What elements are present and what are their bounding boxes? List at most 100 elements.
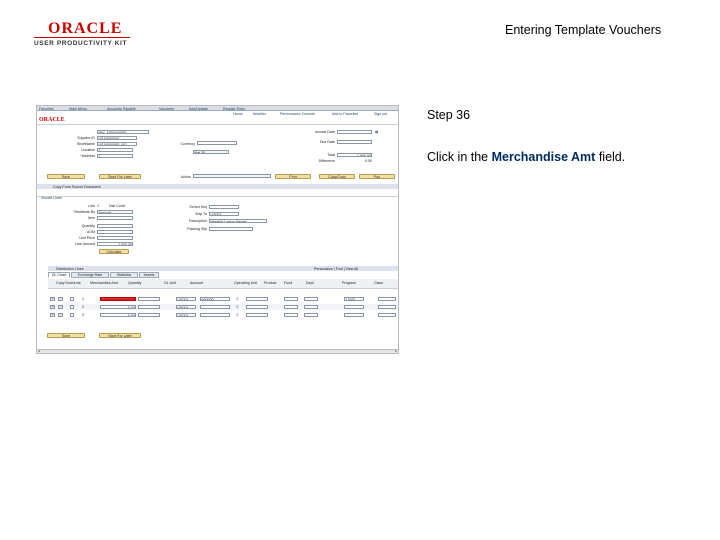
merchandise-amt-field-highlighted[interactable] [100, 297, 136, 301]
item-field[interactable] [97, 216, 133, 220]
address-field[interactable]: 1 [97, 154, 133, 158]
description-field[interactable]: Monthly Laptop Rental [209, 219, 267, 223]
copy-from-text[interactable]: Copy From Source Document [53, 185, 101, 189]
operating-unit-field[interactable] [246, 297, 268, 301]
sched-field[interactable] [209, 205, 239, 209]
packing-slip-field[interactable] [209, 227, 253, 231]
col-account: Account [190, 281, 203, 285]
action-label: Action [181, 175, 191, 179]
menu-performance-console[interactable]: Performance Console [280, 112, 315, 116]
copy-down-checkbox[interactable] [70, 297, 74, 301]
calendar-icon[interactable]: ▦ [375, 130, 378, 134]
currency-field[interactable] [197, 141, 237, 145]
delete-row-icon[interactable]: − [58, 313, 63, 317]
location-label: Location [81, 148, 95, 152]
bottom-save-button[interactable]: Save [47, 333, 85, 338]
step-label: Step 36 [427, 108, 471, 122]
col-line: Line [74, 281, 81, 285]
merchandise-amt-field[interactable]: 0.00 [100, 305, 136, 309]
tab-exchange-rate[interactable]: Exchange Rate [71, 272, 109, 278]
print-button[interactable]: Print [275, 174, 311, 179]
menu-home[interactable]: Home [233, 112, 243, 116]
distribution-lines-bar: Distribution Lines Personalize | Find | … [48, 266, 398, 271]
lookup-icon[interactable]: ⚲ [236, 305, 239, 309]
menu-sign-out[interactable]: Sign out [374, 112, 387, 116]
copy-down-checkbox[interactable] [70, 313, 74, 317]
short-name-field[interactable]: USA0000001-001 [97, 142, 137, 146]
nav-accounts-payable[interactable]: Accounts Payable [107, 107, 136, 111]
operating-unit-field[interactable] [246, 305, 268, 309]
delete-row-icon[interactable]: − [58, 305, 63, 309]
nav-regular-entry[interactable]: Regular Entry [223, 107, 245, 111]
dept-field[interactable]: 11000 [344, 297, 364, 301]
program-field[interactable] [378, 297, 396, 301]
quantity-field[interactable] [97, 224, 133, 228]
quantity-field[interactable] [138, 313, 160, 317]
menu-add-favorites[interactable]: Add to Favorites [332, 112, 358, 116]
upk-logo-text: USER PRODUCTIVITY KIT [34, 40, 128, 47]
tab-assets[interactable]: Assets [139, 272, 159, 278]
gl-unit-field[interactable]: US001 [176, 305, 196, 309]
horizontal-scrollbar[interactable]: ◂ ▸ [37, 349, 398, 353]
product-field[interactable] [284, 297, 298, 301]
product-field[interactable] [284, 313, 298, 317]
calculate-button[interactable]: Calculate [99, 249, 129, 254]
program-field[interactable] [378, 305, 396, 309]
fund-field[interactable] [304, 297, 318, 301]
bottom-save-for-later-button[interactable]: Save For Later [99, 333, 141, 338]
unit-price-field[interactable] [97, 236, 133, 240]
due-date-field[interactable] [337, 140, 372, 144]
nav-add-update[interactable]: Add/Update [189, 107, 208, 111]
tab-statistics[interactable]: Statistics [110, 272, 138, 278]
nav-vouchers[interactable]: Vouchers [159, 107, 174, 111]
location-field[interactable]: 1 [97, 148, 133, 152]
nav-main-menu[interactable]: Main Menu [69, 107, 87, 111]
distribute-by-select[interactable]: Amount [97, 210, 133, 214]
menu-worklist[interactable]: Worklist [253, 112, 266, 116]
fund-field[interactable] [304, 313, 318, 317]
account-field[interactable] [200, 305, 230, 309]
supplier-id-field[interactable]: USA0000001 [97, 136, 137, 140]
account-field[interactable] [200, 313, 230, 317]
product-field[interactable] [284, 305, 298, 309]
line-amount-field[interactable]: 1,000.00 [97, 242, 133, 246]
nav-favorites[interactable]: Favorites [39, 107, 54, 111]
gl-unit-field[interactable]: US001 [176, 297, 196, 301]
tab-gl-chart[interactable]: GL Chart [48, 272, 70, 278]
uom-field[interactable] [97, 230, 133, 234]
scroll-left-icon[interactable]: ◂ [38, 349, 40, 353]
add-row-icon[interactable]: + [50, 305, 55, 309]
add-row-icon[interactable]: + [50, 313, 55, 317]
save-for-later-button[interactable]: Save For Later [99, 174, 141, 179]
scroll-right-icon[interactable]: ▸ [395, 349, 397, 353]
grid-personalize-links[interactable]: Personalize | Find | View All [314, 267, 358, 271]
copy-button[interactable]: Copy/Copy [319, 174, 355, 179]
action-dropdown[interactable] [193, 174, 271, 178]
operating-unit-field[interactable] [246, 313, 268, 317]
quantity-field[interactable] [138, 305, 160, 309]
merchandise-amt-field[interactable]: 0.00 [100, 313, 136, 317]
pay-terms-field[interactable]: Net 30 [193, 150, 229, 154]
invoice-date-field[interactable] [337, 130, 372, 134]
row-line-number: 1 [82, 297, 84, 301]
pay-button[interactable]: Pay [359, 174, 395, 179]
fund-field[interactable] [304, 305, 318, 309]
gl-unit-field[interactable]: US001 [176, 313, 196, 317]
address-label: *Address [80, 154, 95, 158]
ship-to-field[interactable]: US001 [209, 212, 239, 216]
delete-row-icon[interactable]: − [58, 297, 63, 301]
distribution-row: + − 3 0.00 US001 ⚲ [48, 312, 398, 318]
lookup-icon[interactable]: ⚲ [236, 313, 239, 317]
lookup-icon[interactable]: ⚲ [236, 297, 239, 301]
total-field[interactable]: 1,000.00 [337, 153, 372, 157]
dept-field[interactable] [344, 305, 364, 309]
copy-down-checkbox[interactable] [70, 305, 74, 309]
program-field[interactable] [378, 313, 396, 317]
dept-field[interactable] [344, 313, 364, 317]
invoice-number-field[interactable]: INV_A0004/0059 [97, 130, 149, 134]
quantity-field[interactable] [138, 297, 160, 301]
account-field[interactable]: 660000 [200, 297, 230, 301]
line-value: 1 [97, 204, 99, 208]
save-button[interactable]: Save [47, 174, 85, 179]
add-row-icon[interactable]: + [50, 297, 55, 301]
